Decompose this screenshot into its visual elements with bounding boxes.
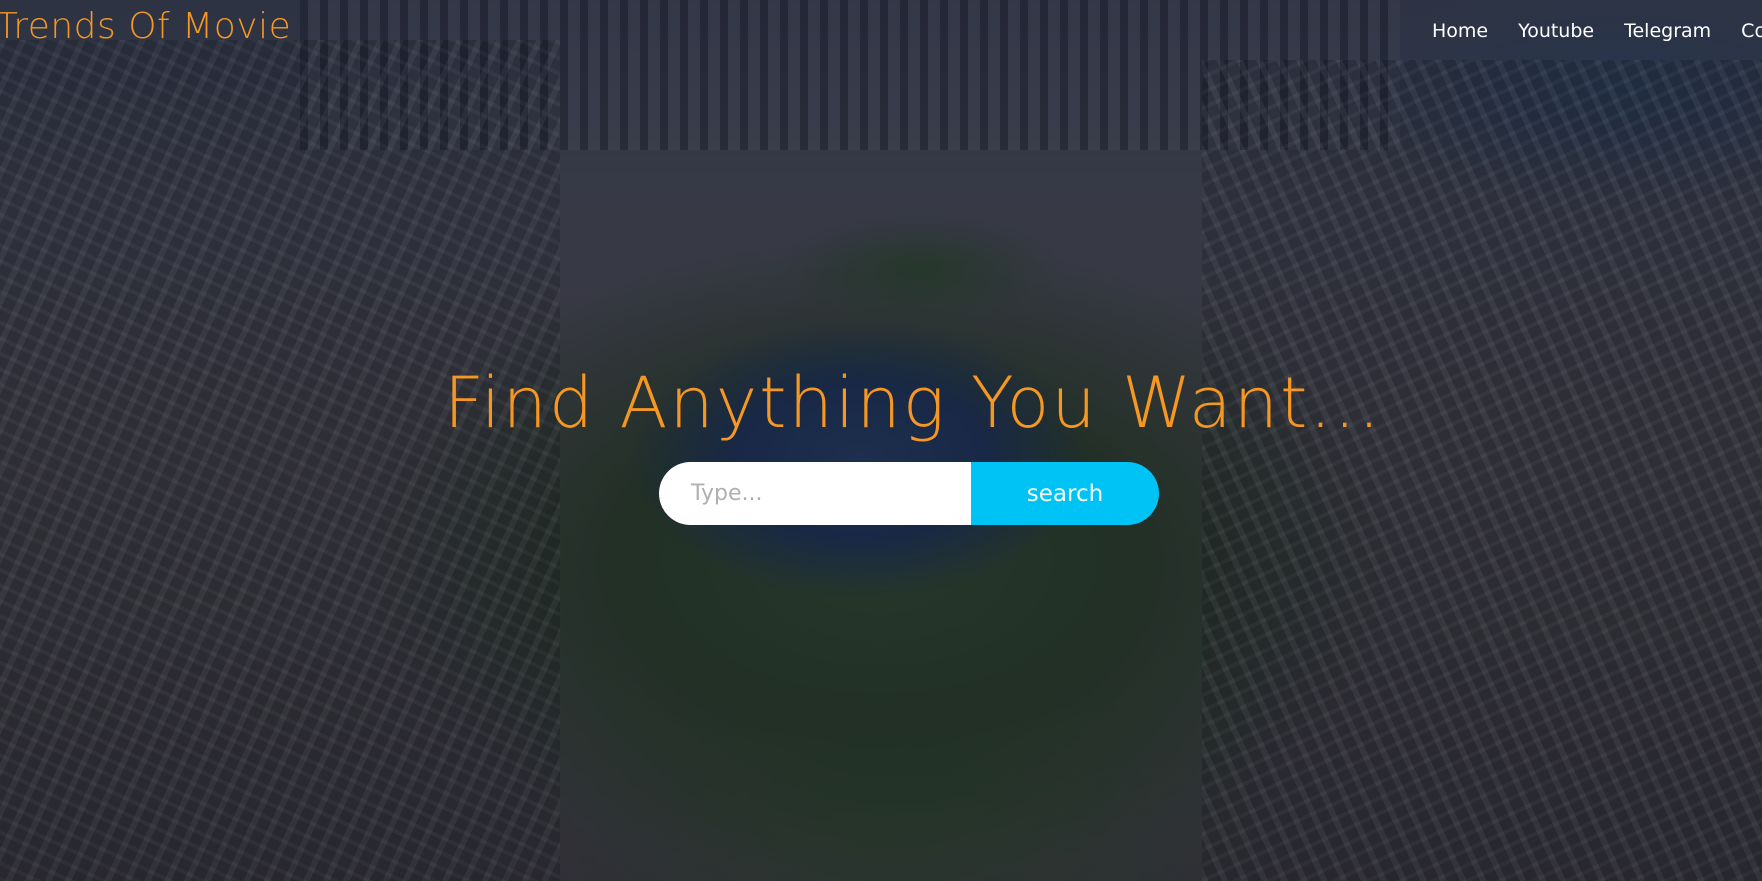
nav-item-youtube[interactable]: Youtube [1518, 20, 1594, 42]
top-nav: Home Youtube Telegram Co [1432, 20, 1762, 42]
hero-headline: Find Anything You Want... [443, 362, 1383, 444]
search-button[interactable]: search [971, 462, 1159, 525]
nav-item-telegram[interactable]: Telegram [1624, 20, 1711, 42]
search-bar: search [659, 462, 1159, 525]
site-logo[interactable]: Trends Of Movie [0, 6, 291, 47]
nav-item-contact[interactable]: Co [1741, 20, 1762, 42]
nav-item-home[interactable]: Home [1432, 20, 1488, 42]
search-input[interactable] [659, 462, 971, 525]
hero-section: Trends Of Movie Home Youtube Telegram Co… [0, 0, 1762, 881]
